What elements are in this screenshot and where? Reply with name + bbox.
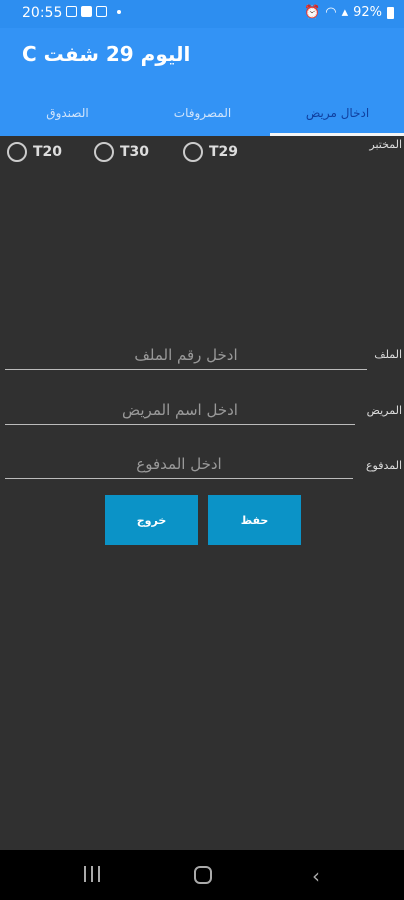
radio-label: T29 [209, 144, 239, 160]
mail-icon [96, 6, 107, 17]
file-label: الملف [374, 348, 402, 361]
tab-bar: الصندوق المصروفات ادخال مريض [0, 90, 404, 136]
gallery-icon [66, 6, 77, 17]
status-time: 20:55 [22, 5, 63, 21]
alarm-icon: ⏰ [304, 5, 321, 20]
save-button[interactable]: حفظ [208, 495, 301, 545]
signal-icon: ▴ [341, 5, 349, 20]
tab-add-patient[interactable]: ادخال مريض [270, 90, 404, 136]
radio-t29[interactable]: T29 [183, 142, 238, 162]
radio-circle[interactable] [94, 142, 114, 162]
patient-label: المريض [366, 404, 402, 417]
radio-circle[interactable] [183, 142, 203, 162]
patient-name-field [5, 395, 355, 425]
paid-label: المدفوع [365, 459, 402, 472]
file-number-field [5, 340, 367, 370]
radio-label: T20 [33, 144, 63, 160]
wifi-icon: ◠ [325, 5, 337, 20]
page-title: اليوم 29 شفت C [22, 42, 191, 66]
system-nav-bar: ‹ [0, 850, 404, 900]
system-icons: ⏰ ◠ ▴ 92% [304, 5, 394, 20]
radio-label: T30 [120, 144, 150, 160]
tab-indicator [270, 133, 404, 136]
more-notifications-icon [117, 9, 121, 14]
tab-cashbox[interactable]: الصندوق [0, 90, 135, 136]
radio-t20[interactable]: T20 [7, 142, 62, 162]
battery-icon [387, 6, 394, 19]
radio-circle[interactable] [7, 142, 27, 162]
back-icon[interactable]: ‹ [312, 864, 320, 888]
lab-label: المختبر [369, 138, 402, 151]
battery-percent: 92% [353, 5, 382, 20]
notification-icons [66, 6, 121, 17]
tab-expenses[interactable]: المصروفات [135, 90, 270, 136]
exit-button[interactable]: خروج [105, 495, 198, 545]
paid-input[interactable] [5, 449, 353, 478]
paid-field [5, 449, 353, 479]
status-bar: 20:55 ⏰ ◠ ▴ 92% [0, 0, 404, 28]
app-bar: اليوم 29 شفت C [0, 28, 404, 90]
file-number-input[interactable] [5, 340, 367, 369]
patient-name-input[interactable] [5, 395, 355, 424]
recent-apps-icon[interactable] [84, 866, 100, 882]
radio-t30[interactable]: T30 [94, 142, 149, 162]
home-icon[interactable] [194, 866, 212, 884]
facebook-icon [81, 6, 92, 17]
